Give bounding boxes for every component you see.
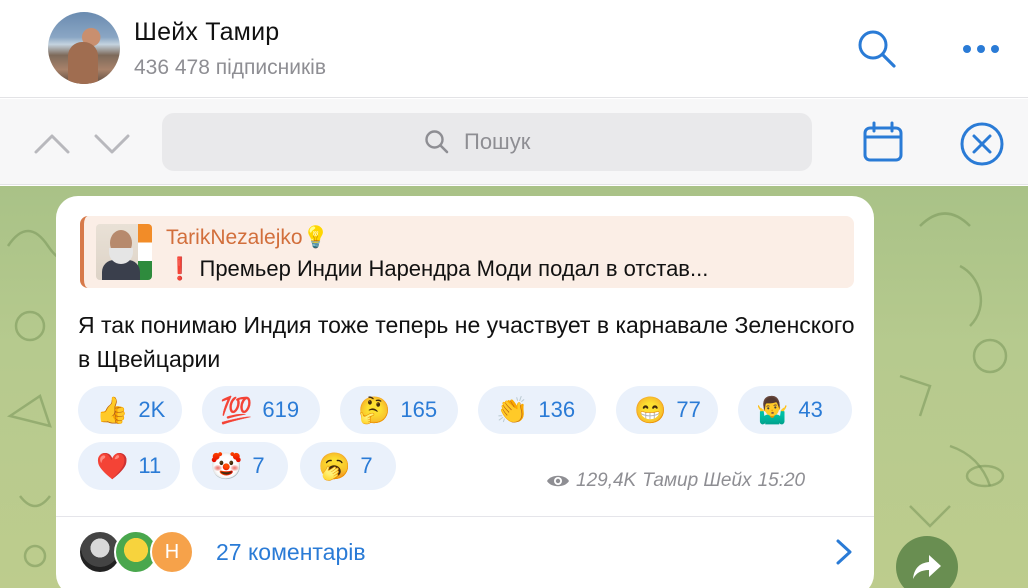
- eye-icon: [547, 475, 569, 487]
- more-icon: [963, 45, 999, 53]
- reaction-thinking[interactable]: 🤔 165: [340, 386, 458, 434]
- comments-row[interactable]: Н 27 коментарів: [78, 530, 858, 574]
- subscriber-count: 436 478 підписників: [134, 56, 326, 79]
- search-placeholder: Пошук: [464, 129, 531, 154]
- search-input[interactable]: Пошук: [162, 113, 812, 171]
- magnifier-icon: [425, 130, 449, 154]
- share-icon: [913, 555, 941, 579]
- message-text: Я так понимаю Индия тоже теперь не участ…: [78, 312, 855, 372]
- chevron-right-icon: [836, 539, 852, 565]
- next-result-button[interactable]: [92, 124, 132, 164]
- author-signature: Тамир Шейх: [642, 470, 752, 491]
- message-time: 15:20: [757, 470, 806, 491]
- forwarded-reply[interactable]: TarikNezalejko💡 ❗️ Премьер Индии Нарендр…: [80, 216, 854, 288]
- chevron-down-icon: [94, 134, 130, 154]
- chat-header: Шейх Тамир 436 478 підписників: [0, 0, 1028, 98]
- reaction-grin[interactable]: 😁 77: [616, 386, 718, 434]
- reply-author: TarikNezalejko💡: [166, 226, 329, 249]
- reaction-clap[interactable]: 👏 136: [478, 386, 596, 434]
- close-search-button[interactable]: [958, 120, 1006, 168]
- reaction-yawn[interactable]: 🥱 7: [300, 442, 396, 490]
- commenter-avatar: Н: [150, 530, 194, 574]
- close-icon: [960, 122, 1004, 166]
- reply-thumbnail: [96, 224, 152, 280]
- more-button[interactable]: [958, 26, 1004, 72]
- comments-divider: [56, 516, 874, 517]
- search-button[interactable]: [854, 26, 900, 72]
- reaction-heart[interactable]: ❤️ 11: [78, 442, 180, 490]
- reply-text: ❗️ Премьер Индии Нарендра Моди подал в о…: [166, 256, 709, 281]
- message-bubble[interactable]: TarikNezalejko💡 ❗️ Премьер Индии Нарендр…: [56, 196, 874, 588]
- channel-avatar[interactable]: [48, 12, 120, 84]
- comments-count[interactable]: 27 коментарів: [216, 539, 366, 566]
- view-count: 129,4K: [576, 470, 637, 491]
- reaction-like[interactable]: 👍 2K: [78, 386, 182, 434]
- calendar-icon: [863, 121, 903, 162]
- reaction-clown[interactable]: 🤡 7: [192, 442, 288, 490]
- message-meta: 129,4K Тамир Шейх 15:20: [546, 470, 805, 492]
- calendar-button[interactable]: [860, 120, 906, 166]
- search-icon: [858, 30, 896, 68]
- previous-result-button[interactable]: [32, 124, 72, 164]
- reaction-shrug[interactable]: 🤷‍♂️ 43: [738, 386, 852, 434]
- reaction-hundred[interactable]: 💯 619: [202, 386, 320, 434]
- chevron-up-icon: [34, 134, 70, 154]
- channel-title[interactable]: Шейх Тамир: [134, 18, 279, 47]
